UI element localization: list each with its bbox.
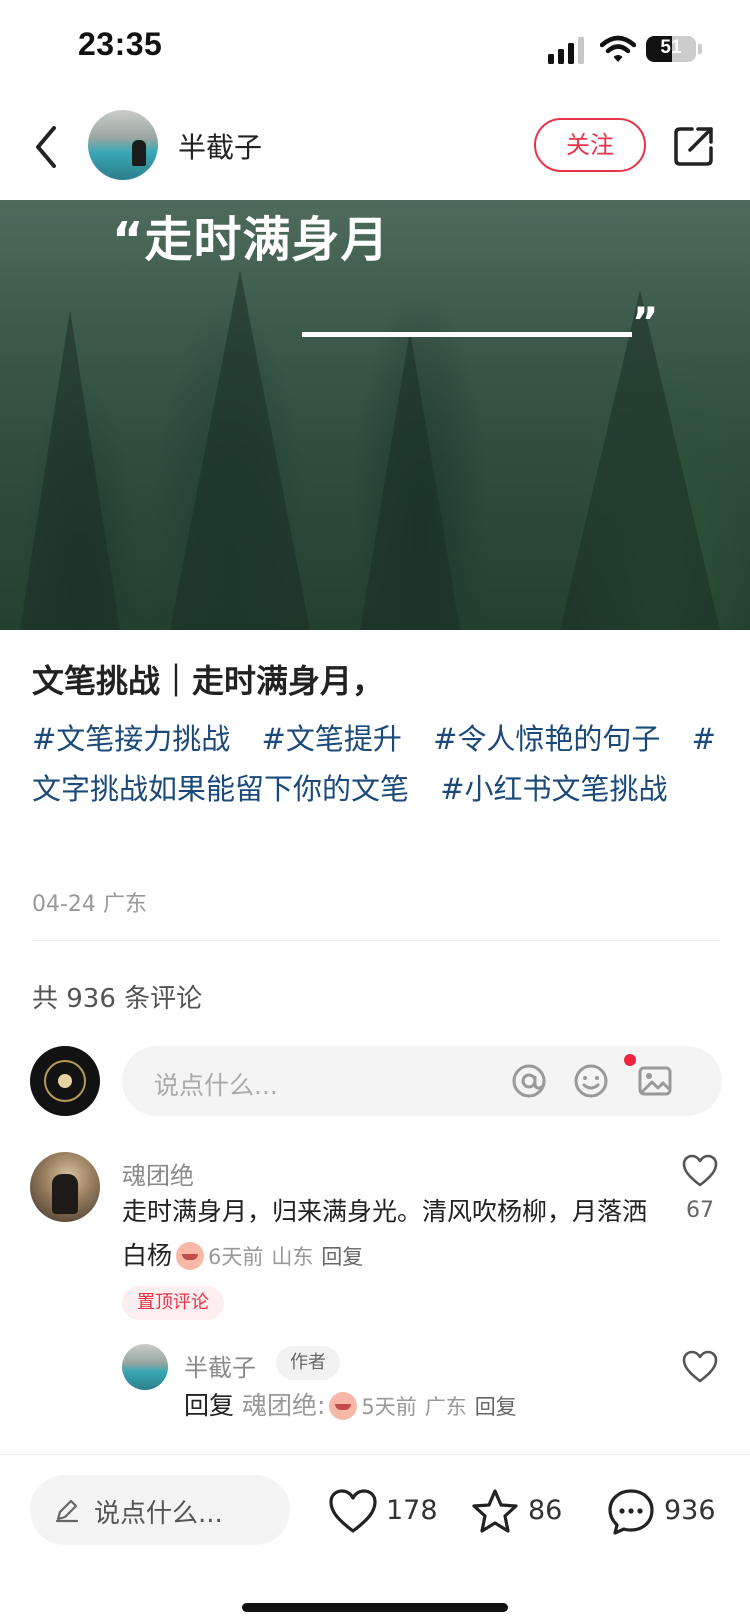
comment-count-bottom: 936 bbox=[664, 1495, 716, 1526]
hashtag-link[interactable]: #令人惊艳的句子 bbox=[433, 722, 660, 756]
blush-emoji-icon bbox=[176, 1242, 205, 1270]
author-name[interactable]: 半截子 bbox=[178, 126, 262, 166]
notification-dot bbox=[624, 1054, 636, 1066]
comment-like-heart-icon[interactable] bbox=[682, 1154, 718, 1188]
reply-button[interactable]: 回复 bbox=[475, 1395, 517, 1419]
reply-button[interactable]: 回复 bbox=[321, 1245, 363, 1269]
reply-location: 广东 bbox=[424, 1395, 467, 1419]
bottom-input-placeholder: 说点什么... bbox=[94, 1499, 223, 1529]
reply-text[interactable]: 回复 魂团绝: 5天前 广东 回复 bbox=[184, 1384, 644, 1429]
post-tags: #文笔接力挑战 #文笔提升 #令人惊艳的句子 #文字挑战如果能留下你的文笔 #小… bbox=[32, 714, 722, 814]
post-location: 广东 bbox=[102, 892, 147, 917]
note-header: 半截子 关注 bbox=[0, 100, 750, 200]
battery-cap bbox=[698, 44, 702, 54]
pinned-comment-badge: 置顶评论 bbox=[122, 1286, 224, 1320]
post-meta: 04-24 广东 bbox=[32, 886, 147, 918]
star-icon bbox=[472, 1489, 518, 1533]
blush-emoji-icon bbox=[329, 1392, 358, 1420]
post-title: 文笔挑战｜走时满身月， bbox=[32, 662, 385, 700]
post-date: 04-24 bbox=[32, 892, 96, 917]
reply-target: 魂团绝: bbox=[241, 1391, 326, 1420]
current-user-avatar bbox=[30, 1046, 100, 1116]
reply-time: 5天前 bbox=[361, 1395, 417, 1419]
comment-location: 山东 bbox=[271, 1245, 314, 1269]
home-indicator[interactable] bbox=[242, 1603, 508, 1612]
battery-icon: 51 bbox=[646, 36, 696, 62]
comment-time: 6天前 bbox=[208, 1245, 264, 1269]
pencil-icon bbox=[55, 1499, 79, 1523]
collect-button[interactable]: 86 bbox=[470, 1481, 570, 1541]
wifi-icon bbox=[600, 35, 636, 62]
like-count: 178 bbox=[386, 1495, 438, 1526]
avatar-core bbox=[58, 1074, 72, 1088]
hashtag-link[interactable]: #文笔接力挑战 bbox=[32, 722, 230, 756]
commenter-avatar[interactable] bbox=[30, 1152, 100, 1222]
cover-close-quote: ” bbox=[632, 300, 659, 346]
hashtag-link[interactable]: #文笔提升 bbox=[262, 722, 402, 756]
comment-count: 共 936 条评论 bbox=[32, 984, 203, 1014]
like-button[interactable]: 178 bbox=[328, 1481, 438, 1541]
reply-author-name[interactable]: 半截子 bbox=[184, 1348, 256, 1383]
at-icon[interactable] bbox=[510, 1062, 548, 1100]
comment-text[interactable]: 走时满身月，归来满身光。清风吹杨柳，月落洒白杨 6天前 山东 回复 bbox=[122, 1190, 652, 1279]
cover-quote-text: “走时满身月 bbox=[112, 212, 390, 268]
reply-prefix: 回复 bbox=[184, 1391, 235, 1420]
comment-input[interactable]: 说点什么... bbox=[122, 1046, 722, 1116]
cellular-signal-icon bbox=[548, 37, 584, 64]
comment-input-placeholder: 说点什么... bbox=[154, 1071, 278, 1100]
hashtag-link[interactable]: #小红书文笔挑战 bbox=[440, 772, 667, 806]
image-icon[interactable] bbox=[636, 1062, 674, 1100]
back-icon[interactable] bbox=[30, 124, 64, 170]
share-icon[interactable] bbox=[672, 124, 716, 168]
emoji-icon[interactable] bbox=[572, 1062, 610, 1100]
bottom-comment-input[interactable]: 说点什么... bbox=[30, 1475, 290, 1545]
commenter-name[interactable]: 魂团绝 bbox=[122, 1156, 194, 1191]
collect-count: 86 bbox=[528, 1495, 563, 1526]
comment-like-count: 67 bbox=[686, 1198, 714, 1223]
tree-shape bbox=[170, 270, 310, 630]
bottom-action-bar: 说点什么... 178 86 936 bbox=[0, 1454, 750, 1623]
reply-author-avatar[interactable] bbox=[122, 1344, 168, 1390]
note-cover-image[interactable]: “走时满身月 ” bbox=[0, 200, 750, 630]
tree-shape bbox=[360, 330, 460, 630]
reply-like-heart-icon[interactable] bbox=[682, 1350, 718, 1384]
author-avatar[interactable] bbox=[88, 110, 158, 180]
cover-blank-line bbox=[302, 332, 632, 337]
battery-percent: 51 bbox=[660, 37, 682, 58]
divider bbox=[32, 940, 720, 941]
status-time: 23:35 bbox=[78, 26, 163, 62]
tree-shape bbox=[20, 310, 120, 630]
follow-button[interactable]: 关注 bbox=[534, 118, 646, 172]
status-bar: 23:35 51 bbox=[0, 0, 750, 100]
heart-icon bbox=[329, 1489, 377, 1533]
comment-button[interactable]: 936 bbox=[606, 1481, 726, 1541]
comment-bubble-icon bbox=[608, 1489, 654, 1535]
author-badge: 作者 bbox=[276, 1346, 340, 1380]
